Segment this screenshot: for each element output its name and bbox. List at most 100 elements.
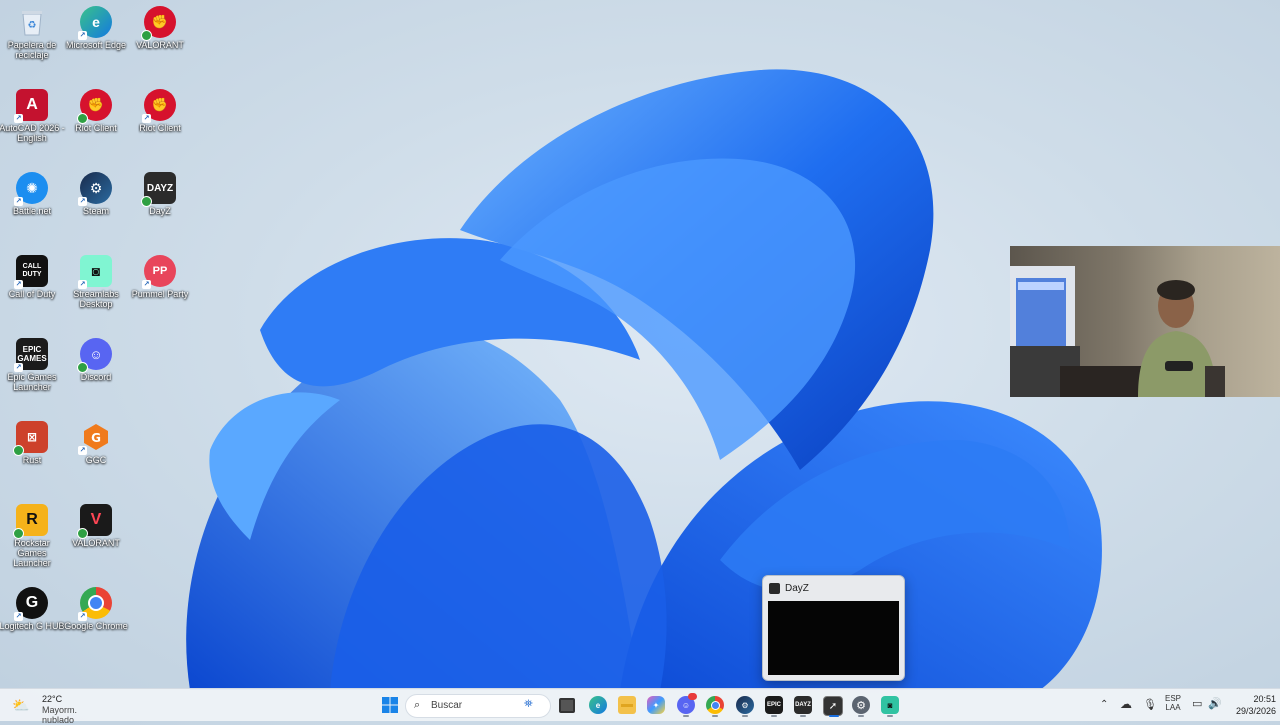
desktop-icon-rockstar[interactable]: R Rockstar Games Launcher [0,500,65,568]
pummel-party-icon: PP ↗ [142,255,176,289]
dayz-icon: DAYZ [141,172,176,207]
desktop-icon-epic-games[interactable]: EPIC GAMES ↗ Epic Games Launcher [0,334,65,392]
desktop-icon-steam[interactable]: ⚙ ↗ Steam [63,168,129,216]
epic-games-icon: EPIC GAMES ↗ [14,338,48,372]
desktop-icon-battlenet[interactable]: ✺ ↗ Battle.net [0,168,65,216]
volume-icon[interactable]: 🔊 [1208,697,1222,710]
desktop-icon-label: Riot Client [75,123,117,133]
clock-time: 20:51 [1253,694,1276,704]
valorant-icon: V [77,504,112,539]
task-view-button[interactable] [558,696,576,714]
desktop-icon-edge[interactable]: e ↗ Microsoft Edge [63,2,129,50]
running-indicator [712,715,718,717]
riot-icon: ✊ [141,6,176,41]
desktop-icon-dayz[interactable]: DAYZ DayZ [127,168,193,216]
folder-icon [621,703,633,707]
desktop-icon-riot-client-2[interactable]: ✊ ↗ Riot Client [127,85,193,133]
ggc-icon: G ↗ [78,421,112,455]
microphone-icon[interactable]: 🎙 [1143,698,1157,711]
taskbar-epic-games[interactable]: EPIC [765,696,783,714]
desktop-icon-label: Google Chrome [64,621,128,631]
recycle-bin-icon: ♻ [16,6,48,38]
riot-icon: ✊ [77,89,112,124]
desktop-icon-riot-client[interactable]: ✊ Riot Client [63,85,129,133]
search-highlight-icon: ⛯ [524,698,533,710]
language-code: ESP [1164,694,1181,703]
taskbar-steam[interactable]: ⚙ [736,696,754,714]
desktop-icon-call-of-duty[interactable]: CALL DUTY ↗ Call of Duty [0,251,65,299]
weather-desc: Mayorm. nublado [42,705,78,725]
taskbar-file-explorer[interactable] [618,696,636,714]
logitech-ghub-icon: G ↗ [14,587,48,621]
desktop-icon-label: VALORANT [136,40,184,50]
windows-icon [382,697,398,713]
search-box[interactable]: ⌕ Buscar ⛯ [405,694,551,718]
discord-icon: ☺ [77,338,112,373]
keyboard-layout: LAA [1165,703,1181,712]
desktop-icon-label: Riot Client [139,123,181,133]
running-indicator [829,715,839,717]
taskbar: ⛅ 22°C Mayorm. nublado ⌕ Buscar ⛯ e ✦ ☺ … [0,688,1280,725]
webcam-overlay [1010,246,1280,397]
desktop-icon-rust[interactable]: ⊠ Rust [0,417,65,465]
running-indicator [771,715,777,717]
steam-icon: ⚙ ↗ [78,172,112,206]
search-icon: ⌕ [414,699,421,711]
preview-thumbnail[interactable] [768,601,899,675]
mouse-cursor-icon: ➚ [828,700,838,712]
desktop-icon-label: Epic Games Launcher [7,372,57,392]
taskbar-chrome[interactable] [706,696,724,714]
desktop-icon-label: AutoCAD 2026 - English [0,123,65,143]
discord-notification-badge [688,693,697,700]
show-hidden-icons-chevron-up-icon[interactable]: ⌃ [1100,699,1108,710]
desktop-icon-label: Steam [82,206,109,216]
desktop-icon-autocad[interactable]: A ↗ AutoCAD 2026 - English [0,85,65,143]
clock-date: 29/3/2026 [1235,706,1276,716]
network-icon[interactable]: ▭ [1192,697,1202,710]
desktop-icon-valorant-2[interactable]: V VALORANT [63,500,129,548]
streamlabs-icon: ◙ ↗ [78,255,112,289]
battlenet-icon: ✺ ↗ [14,172,48,206]
start-button[interactable] [381,696,399,714]
desktop-icon-label: GGC [85,455,107,465]
desktop-icon-label: Microsoft Edge [65,40,127,50]
desktop-icon-streamlabs[interactable]: ◙ ↗ Streamlabs Desktop [63,251,129,309]
desktop-icon-valorant[interactable]: ✊ VALORANT [127,2,193,50]
weather-temp: 22°C [42,694,63,704]
weather-cloud-icon: ⛅ [12,697,30,713]
desktop-icon-label: DayZ [149,206,171,216]
language-indicator[interactable]: ESP LAA [1163,694,1183,712]
edge-icon: e ↗ [78,6,112,40]
onedrive-cloud-icon[interactable]: ☁ [1120,697,1132,711]
taskbar-dayz-window[interactable]: ➚ [823,696,843,716]
desktop-icon-chrome[interactable]: ↗ Google Chrome [63,583,129,631]
desktop-icon-logitech-ghub[interactable]: G ↗ Logitech G HUB [0,583,65,631]
desktop-icon-label: Papelera de reciclaje [7,40,57,60]
running-indicator [742,715,748,717]
desktop-icon-label: Battle.net [12,206,52,216]
taskbar-streamlabs[interactable]: ◙ [881,696,899,714]
desktop-icon-discord[interactable]: ☺ Discord [63,334,129,382]
preview-title: DayZ [785,583,809,594]
rust-icon: ⊠ [13,421,48,456]
taskbar-copilot[interactable]: ✦ [647,696,665,714]
desktop-icon-label: Streamlabs Desktop [73,289,119,309]
desktop-icon-pummel-party[interactable]: PP ↗ Pummel Party [127,251,193,299]
taskbar-preview-dayz[interactable]: DayZ [762,575,905,681]
desktop-icon-label: Rust [22,455,42,465]
autocad-icon: A ↗ [14,89,48,123]
desktop-icon-label: VALORANT [72,538,120,548]
rockstar-icon: R [13,504,48,539]
taskbar-edge[interactable]: e [589,696,607,714]
desktop-icon-recycle-bin[interactable]: ♻ Papelera de reciclaje [0,2,65,60]
running-indicator [683,715,689,717]
running-indicator [800,715,806,717]
running-indicator [887,715,893,717]
desktop-icon-ggc[interactable]: G ↗ GGC [63,417,129,465]
taskbar-settings[interactable]: ⚙ [852,696,870,714]
desktop-icon-label: Rockstar Games Launcher [13,538,51,568]
running-indicator [858,715,864,717]
taskbar-dayz[interactable]: DAYZ [794,696,812,714]
weather-widget[interactable]: ⛅ 22°C Mayorm. nublado [8,689,108,725]
webcam-scene [1010,266,1225,397]
